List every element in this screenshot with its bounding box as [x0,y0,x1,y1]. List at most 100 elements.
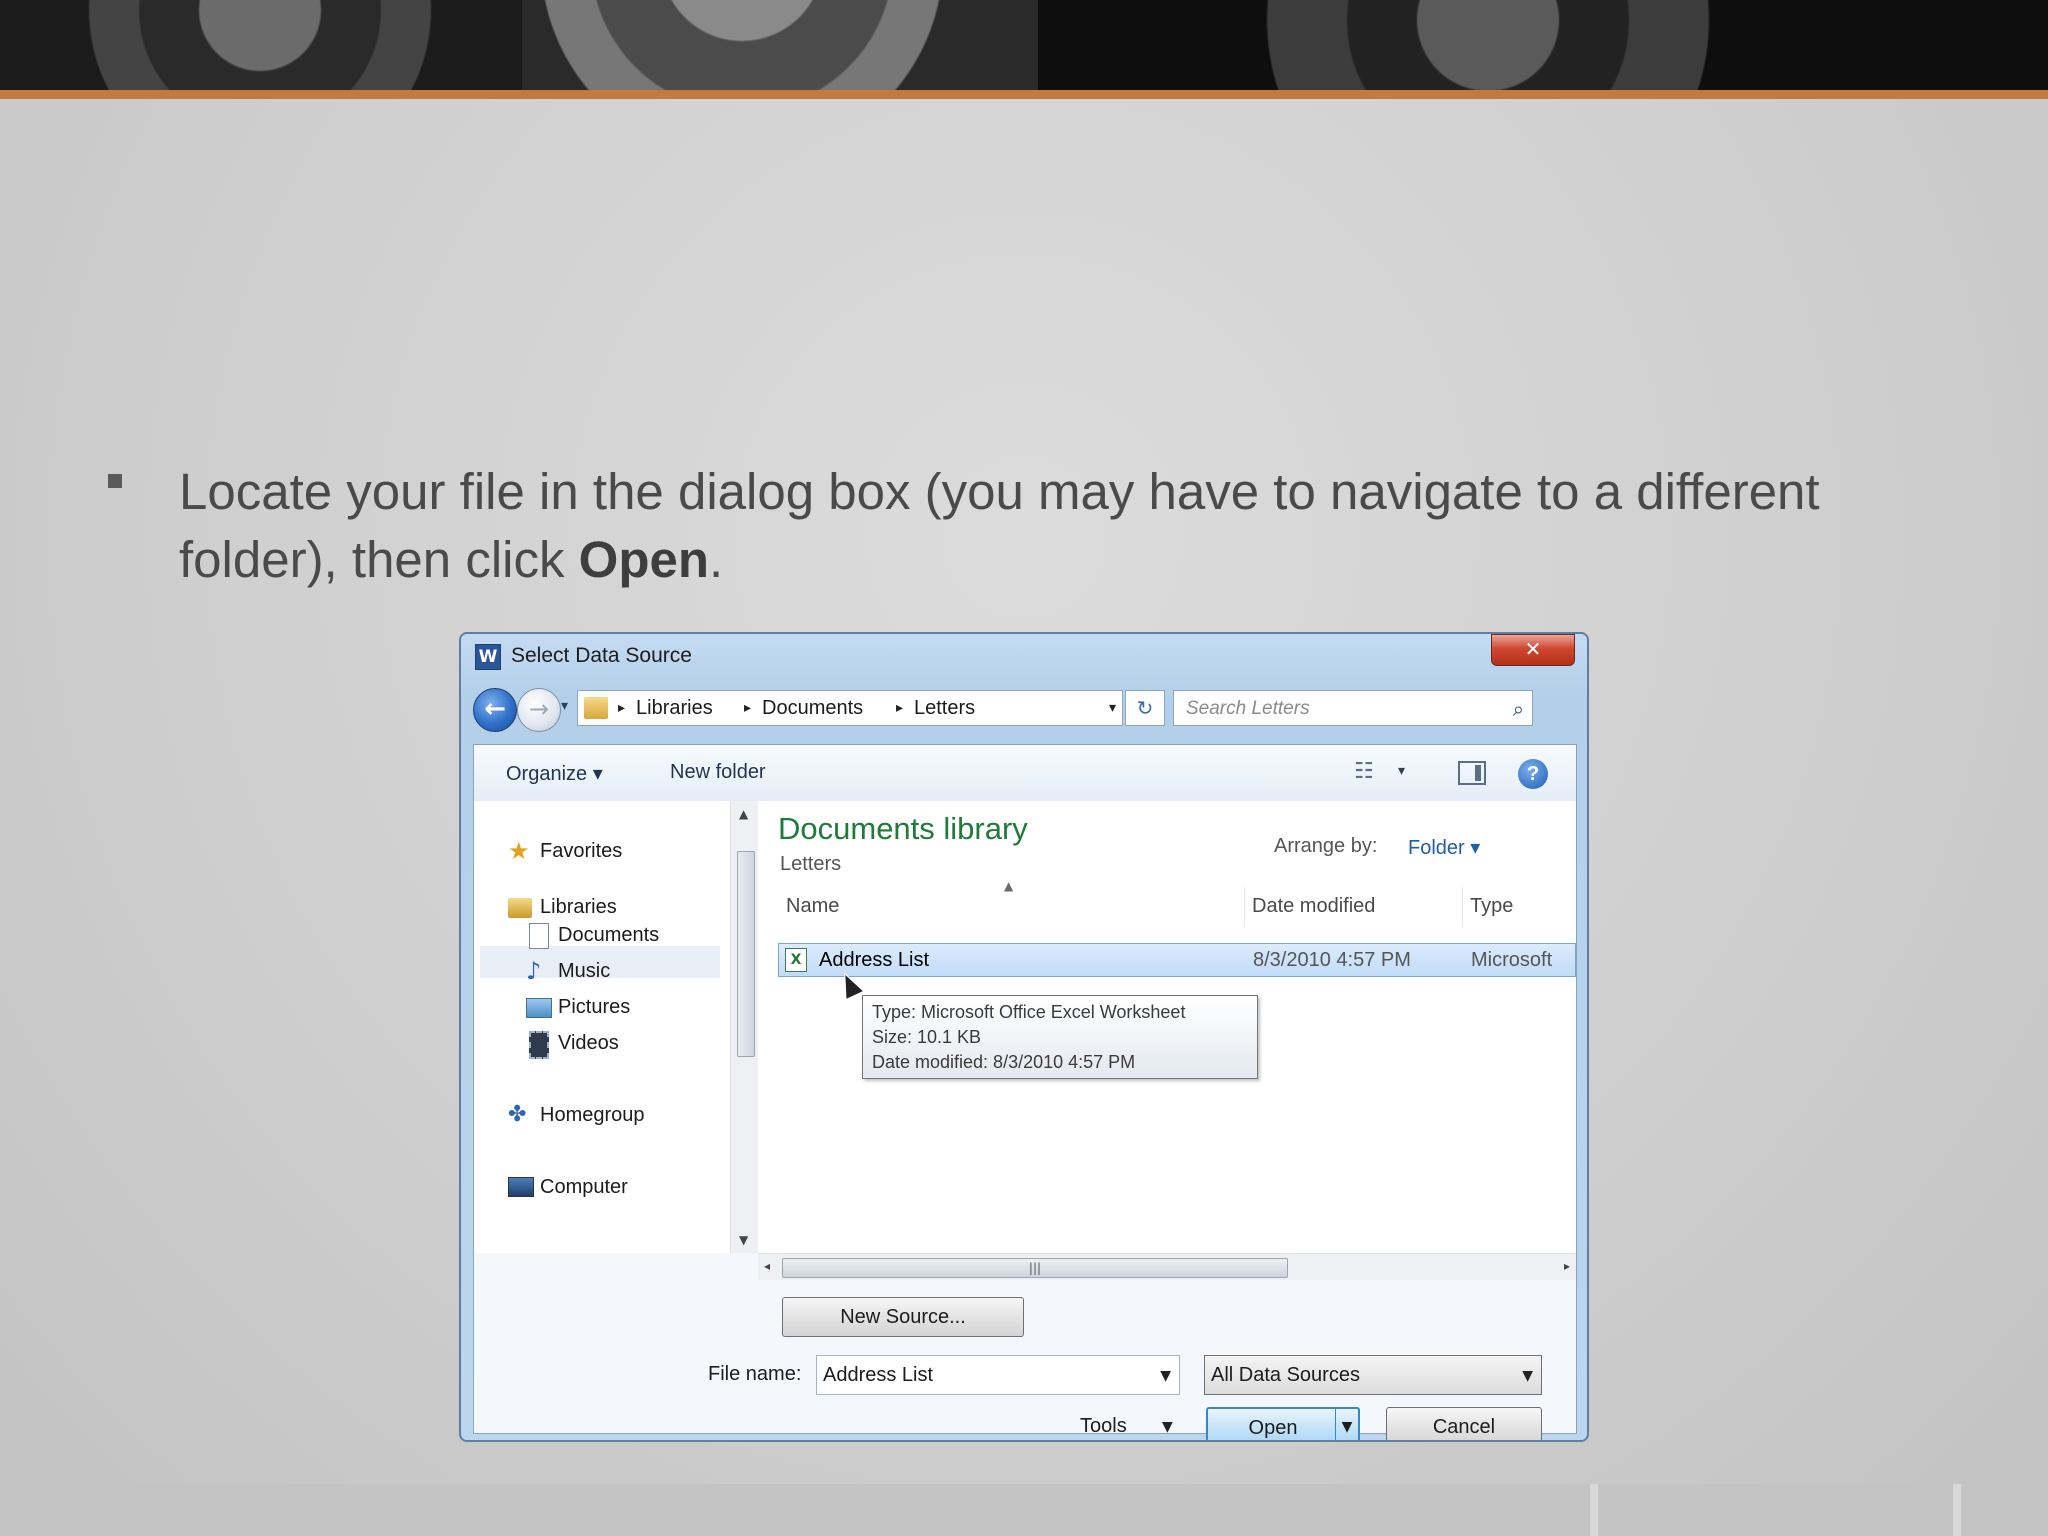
libraries-icon [508,898,532,918]
column-label: Name [786,895,840,917]
open-split-dropdown[interactable]: ▼ [1335,1409,1358,1440]
chevron-down-icon[interactable]: ▼ [1522,1368,1533,1384]
file-type-filter-select[interactable]: All Data Sources ▼ [1204,1355,1542,1395]
banner-photo-middle [522,0,1038,90]
title-bar: W Select Data Source ✕ [461,634,1587,678]
nav-label: Pictures [558,996,631,1018]
open-button[interactable]: Open ▼ [1206,1407,1360,1440]
file-type-filter-value: All Data Sources [1211,1364,1360,1386]
folder-icon [584,697,608,719]
scroll-down-icon[interactable]: ▼ [739,1233,748,1247]
document-icon [529,923,549,949]
new-source-button[interactable]: New Source... [782,1297,1024,1337]
chevron-down-icon[interactable]: ▼ [1162,1419,1173,1435]
instruction-prefix: Locate your file in the dialog box (you … [179,463,1820,588]
chevron-down-icon[interactable]: ▼ [1160,1368,1171,1384]
nav-label: Computer [540,1176,628,1198]
scroll-left-icon[interactable]: ◂ [764,1259,770,1273]
footer-divider [1953,1484,1961,1536]
preview-pane-icon[interactable] [1458,761,1486,785]
file-name-value: Address List [823,1364,934,1386]
nav-label: Libraries [540,896,617,918]
footer-divider [1590,1484,1598,1536]
organize-menu[interactable]: Organize ▾ [506,761,603,786]
arrange-by-label: Arrange by: [1274,835,1378,857]
instruction-text: Locate your file in the dialog box (you … [179,458,1979,594]
scroll-up-icon[interactable]: ▲ [739,807,748,821]
dialog-client-area: Organize ▾ New folder ☷ ▾ ? ★ Favorites … [473,744,1577,1440]
nav-label: Homegroup [540,1104,645,1126]
library-title: Documents library [778,811,1028,846]
open-label: Open [1248,1417,1298,1439]
computer-icon [508,1177,534,1197]
file-name-cell: Address List [819,949,930,971]
command-toolbar: Organize ▾ New folder ☷ ▾ ? [474,745,1576,802]
chevron-right-icon[interactable]: ▸ [896,700,903,716]
word-app-icon: W [475,644,501,670]
refresh-button[interactable]: ↻ [1125,690,1165,726]
back-button[interactable]: ← [473,688,517,732]
homegroup-icon: ✤ [508,1102,527,1127]
view-options-icon[interactable]: ☷ [1354,759,1374,784]
column-header-name[interactable]: Name [778,887,1245,927]
address-bar[interactable]: ▸ Libraries ▸ Documents ▸ Letters ▾ [577,690,1123,726]
search-placeholder: Search Letters [1186,698,1310,719]
file-info-tooltip: Type: Microsoft Office Excel Worksheet S… [862,995,1258,1079]
column-header-type[interactable]: Type [1462,887,1576,927]
scroll-thumb[interactable] [737,851,755,1057]
nav-label: Documents [558,924,660,946]
star-icon: ★ [508,837,530,865]
new-folder-button[interactable]: New folder [670,761,766,784]
tooltip-type: Type: Microsoft Office Excel Worksheet [872,1002,1186,1022]
pictures-icon [526,998,552,1018]
nav-label: Music [558,960,611,982]
column-label: Date modified [1252,895,1376,917]
file-type-cell: Microsoft [1471,949,1553,971]
breadcrumb-libraries[interactable]: Libraries [636,697,713,720]
help-icon[interactable]: ? [1518,759,1548,789]
chevron-right-icon[interactable]: ▸ [618,700,625,716]
instruction-bold-open: Open [578,531,710,588]
navigation-pane: ★ Favorites Libraries Documents ♪ Music … [474,801,730,1253]
accent-rule [0,90,2048,99]
address-dropdown-icon[interactable]: ▾ [1109,700,1116,716]
arrange-by-dropdown[interactable]: Folder ▾ [1408,835,1480,860]
tooltip-size: Size: 10.1 KB [872,1027,982,1047]
column-label: Type [1470,895,1514,917]
scroll-thumb[interactable]: ||| [782,1258,1288,1278]
close-button[interactable]: ✕ [1491,634,1575,666]
column-header-date[interactable]: Date modified [1244,887,1463,927]
file-row-address-list[interactable]: X Address List 8/3/2010 4:57 PM Microsof… [778,943,1576,977]
breadcrumb-letters[interactable]: Letters [914,697,975,720]
library-subtitle: Letters [780,853,842,875]
breadcrumb-documents[interactable]: Documents [762,697,863,720]
file-date-cell: 8/3/2010 4:57 PM [1253,949,1411,971]
forward-button[interactable]: → [517,688,561,732]
recent-pages-dropdown[interactable]: ▾ [561,698,568,714]
file-list-horizontal-scrollbar[interactable]: ◂ ||| ▸ [758,1253,1576,1280]
banner-photo-right [1038,0,2048,90]
music-icon: ♪ [526,957,542,985]
view-dropdown-icon[interactable]: ▾ [1398,763,1405,779]
scroll-right-icon[interactable]: ▸ [1564,1259,1570,1273]
chevron-right-icon[interactable]: ▸ [744,700,751,716]
file-list-pane: Documents library Letters Arrange by: Fo… [758,801,1576,1253]
slide-footer [0,1484,2048,1536]
bullet-marker [108,474,122,488]
search-icon[interactable]: ⌕ [1513,697,1524,721]
videos-icon [529,1031,549,1059]
navigation-row: ← → ▾ ▸ Libraries ▸ Documents ▸ Letters … [473,686,1577,732]
file-name-field[interactable]: Address List ▼ [816,1355,1180,1395]
excel-file-icon: X [785,948,807,972]
banner-photo-left [0,0,522,90]
cancel-button[interactable]: Cancel [1386,1407,1542,1440]
tools-menu[interactable]: Tools [1080,1415,1127,1438]
nav-vertical-scrollbar[interactable]: ▲ ▼ [730,801,759,1253]
select-data-source-dialog: W Select Data Source ✕ ← → ▾ ▸ Libraries… [459,632,1589,1442]
dialog-title: Select Data Source [511,644,692,667]
file-name-label: File name: [708,1363,802,1385]
search-input[interactable]: Search Letters ⌕ [1173,690,1533,726]
tooltip-date: Date modified: 8/3/2010 4:57 PM [872,1052,1136,1072]
instruction-suffix: . [709,531,724,588]
nav-label: Favorites [540,840,623,862]
